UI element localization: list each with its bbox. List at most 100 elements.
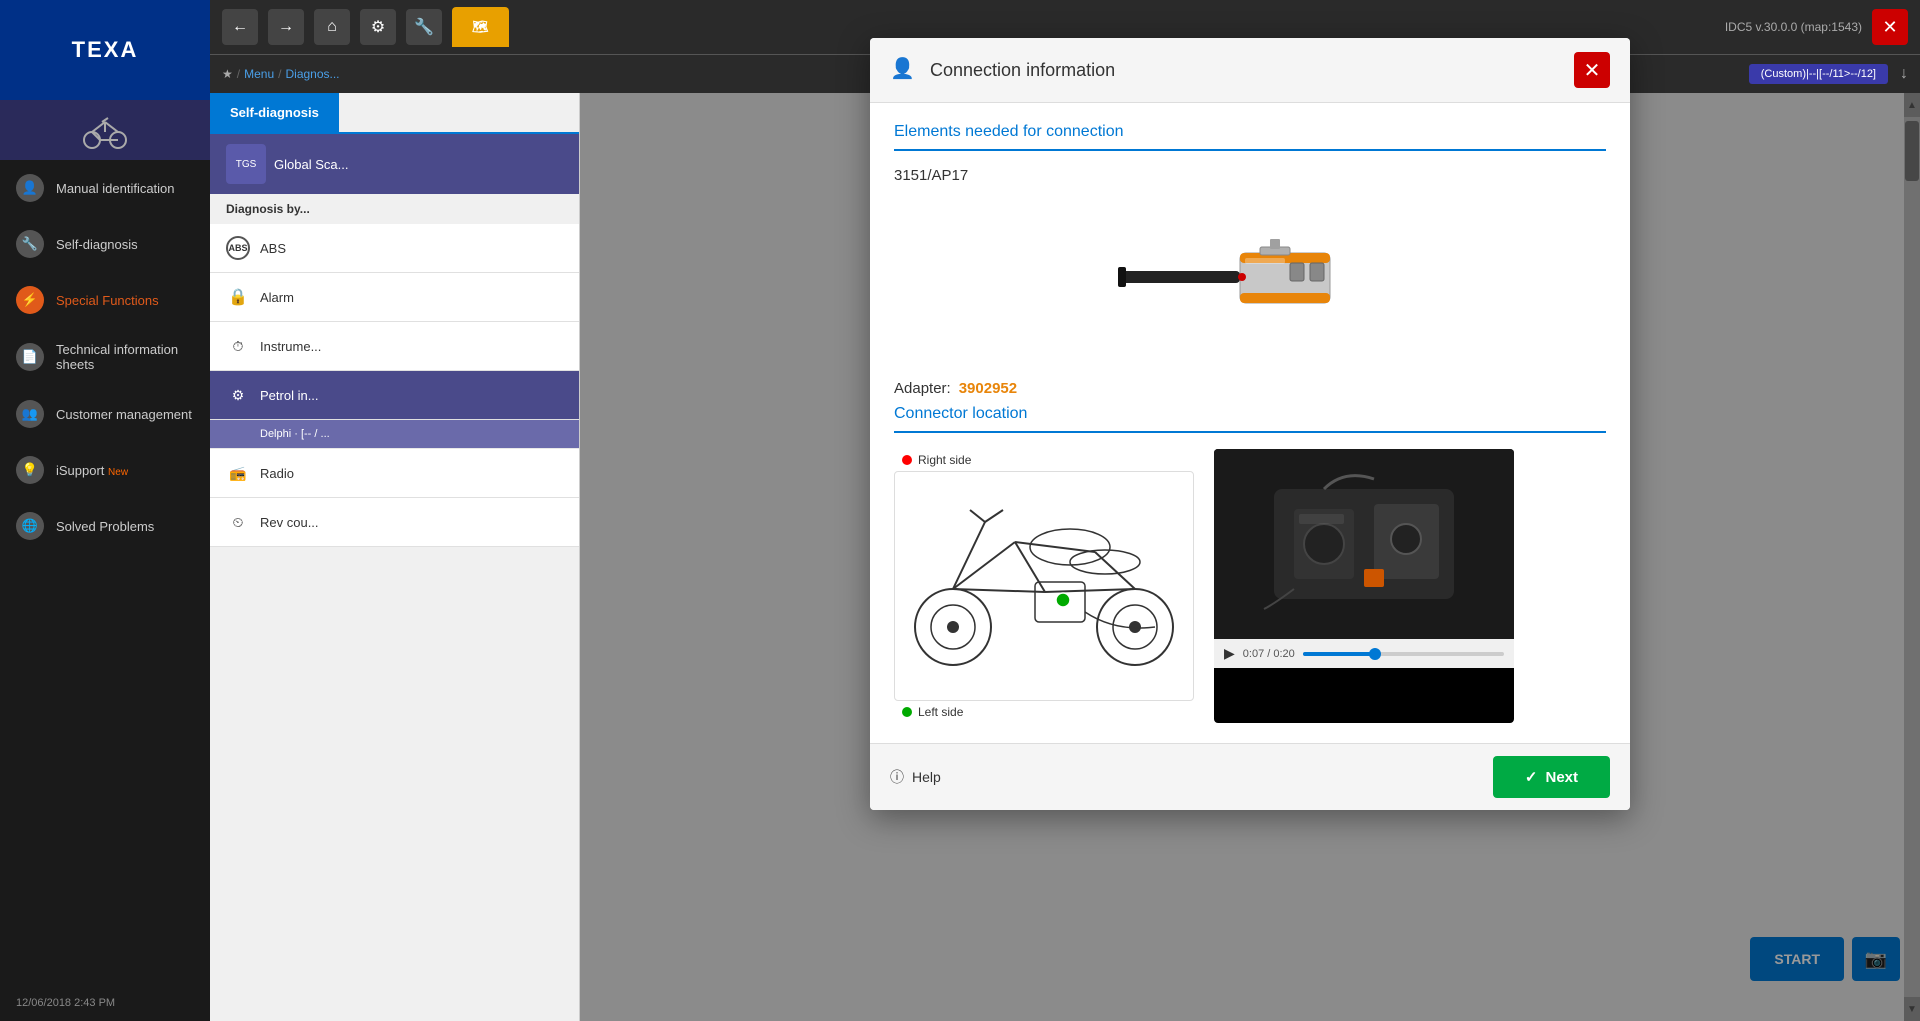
texa-logo-text: TEXA xyxy=(72,37,139,63)
sidebar-item-tech-info[interactable]: 📄 Technical information sheets xyxy=(0,328,210,386)
app-close-button[interactable]: ✕ xyxy=(1872,9,1908,45)
sidebar-item-self-label: Self-diagnosis xyxy=(56,237,138,252)
modal-close-button[interactable]: ✕ xyxy=(1574,52,1610,88)
settings-button[interactable]: ⚙ xyxy=(360,9,396,45)
forward-button[interactable]: → xyxy=(268,9,304,45)
special-func-icon: ⚡ xyxy=(16,286,44,314)
play-button[interactable]: ▶ xyxy=(1224,645,1235,662)
rev-icon: ⏲ xyxy=(226,510,250,534)
sidebar-item-tech-label: Technical information sheets xyxy=(56,342,194,372)
red-dot xyxy=(902,455,912,465)
sidebar-item-manual-identification[interactable]: 👤 Manual identification xyxy=(0,160,210,216)
sidebar-item-self-diagnosis[interactable]: 🔧 Self-diagnosis xyxy=(0,216,210,272)
bike-diagram-container: Right side xyxy=(894,449,1194,723)
breadcrumb-menu[interactable]: Menu xyxy=(244,67,274,81)
help-button[interactable]: ⓘ Help xyxy=(890,767,941,787)
help-icon: ⓘ xyxy=(890,767,904,787)
tools-button[interactable]: 🔧 xyxy=(406,9,442,45)
sidebar: TEXA 👤 Manual identification 🔧 Self-diag… xyxy=(0,0,210,1021)
list-item-abs[interactable]: ABS ABS xyxy=(210,224,579,273)
video-controls: ▶ 0:07 / 0:20 xyxy=(1214,639,1514,668)
adapter-number: 3902952 xyxy=(959,380,1017,397)
modal-body: Elements needed for connection 3151/AP17 xyxy=(870,103,1630,743)
sidebar-item-customer-label: Customer management xyxy=(56,407,192,422)
adapter-line: Adapter: 3902952 xyxy=(894,380,1606,397)
footer-date: 12/06/2018 2:43 PM xyxy=(16,997,115,1009)
sidebar-item-solved-problems[interactable]: 🌐 Solved Problems xyxy=(0,498,210,554)
sidebar-item-manual-label: Manual identification xyxy=(56,181,175,196)
sidebar-item-special-label: Special Functions xyxy=(56,293,159,308)
tech-info-icon: 📄 xyxy=(16,343,44,371)
left-panel: Self-diagnosis TGS Global Sca... Diagnos… xyxy=(210,93,580,1021)
progress-thumb[interactable] xyxy=(1369,648,1381,660)
sidebar-item-customer-mgmt[interactable]: 👥 Customer management xyxy=(0,386,210,442)
diagnosis-section-label: Diagnosis by... xyxy=(210,194,579,224)
next-button[interactable]: ✓ Next xyxy=(1493,756,1610,798)
right-panel: START 📷 ▲ ▼ 👤 Connection information ✕ xyxy=(580,93,1920,1021)
modal-user-icon: 👤 xyxy=(890,56,918,84)
version-info: IDC5 v.30.0.0 (map:1543) xyxy=(1725,20,1862,34)
rev-label: Rev cou... xyxy=(260,515,319,530)
map-tab-icon: 🗺 xyxy=(472,19,489,35)
instrument-label: Instrume... xyxy=(260,339,321,354)
sidebar-footer: 12/06/2018 2:43 PM xyxy=(0,985,210,1021)
scroll-down-btn[interactable]: ↓ xyxy=(1900,65,1908,83)
map-tab[interactable]: 🗺 xyxy=(452,7,509,47)
video-progress-bar[interactable] xyxy=(1303,652,1504,656)
petrol-label: Petrol in... xyxy=(260,388,319,403)
back-button[interactable]: ← xyxy=(222,9,258,45)
left-side-label: Left side xyxy=(918,705,963,719)
list-item-petrol-injection[interactable]: ⚙ Petrol in... xyxy=(210,371,579,420)
modal-overlay: 👤 Connection information ✕ Elements need… xyxy=(580,93,1920,1021)
sidebar-item-isupport[interactable]: 💡 iSupport New xyxy=(0,442,210,498)
modal-title: Connection information xyxy=(930,60,1562,81)
breadcrumb-star-icon: ★ xyxy=(222,67,233,81)
right-side-indicator: Right side xyxy=(894,449,1194,471)
content-area: Self-diagnosis TGS Global Sca... Diagnos… xyxy=(210,93,1920,1021)
breadcrumb-custom: (Custom)|--|[--/11>--/12] xyxy=(1749,64,1888,84)
panel-tabs: Self-diagnosis xyxy=(210,93,579,134)
left-side-indicator: Left side xyxy=(894,701,1194,723)
global-scan-label: Global Sca... xyxy=(274,157,348,172)
video-container: ▶ 0:07 / 0:20 xyxy=(1214,449,1514,723)
connector-image xyxy=(1110,200,1390,360)
video-frame xyxy=(1214,449,1514,639)
manual-id-icon: 👤 xyxy=(16,174,44,202)
vehicle-icon xyxy=(0,100,210,160)
breadcrumb-diagnosis[interactable]: Diagnos... xyxy=(285,67,339,81)
abs-icon: ABS xyxy=(226,236,250,260)
sidebar-item-solved-label: Solved Problems xyxy=(56,519,154,534)
self-diagnosis-tab[interactable]: Self-diagnosis xyxy=(210,93,339,132)
adapter-label-text: Adapter: xyxy=(894,380,951,397)
next-label: Next xyxy=(1545,769,1578,786)
petrol-icon: ⚙ xyxy=(226,383,250,407)
green-dot xyxy=(902,707,912,717)
app-logo: TEXA xyxy=(0,0,210,100)
connector-section-title: Connector location xyxy=(894,405,1606,433)
self-diag-icon: 🔧 xyxy=(16,230,44,258)
solved-icon: 🌐 xyxy=(16,512,44,540)
home-button[interactable]: ⌂ xyxy=(314,9,350,45)
radio-label: Radio xyxy=(260,466,294,481)
isupport-icon: 💡 xyxy=(16,456,44,484)
right-side-label: Right side xyxy=(918,453,971,467)
instrument-icon: ⏱ xyxy=(226,334,250,358)
list-item-alarm[interactable]: 🔒 Alarm xyxy=(210,273,579,322)
bike-diagram xyxy=(894,471,1194,701)
elements-section-title: Elements needed for connection xyxy=(894,123,1606,151)
tgs-label: TGS xyxy=(236,159,257,170)
video-time: 0:07 / 0:20 xyxy=(1243,648,1295,660)
connection-info-modal: 👤 Connection information ✕ Elements need… xyxy=(870,38,1630,810)
abs-label: ABS xyxy=(260,241,286,256)
connector-images: Right side xyxy=(894,449,1606,723)
help-label: Help xyxy=(912,769,941,785)
tgs-icon: TGS xyxy=(226,144,266,184)
delphi-subitem[interactable]: Delphi · [-- / ... xyxy=(210,420,579,449)
sidebar-item-special-functions[interactable]: ⚡ Special Functions xyxy=(0,272,210,328)
self-diag-header: TGS Global Sca... xyxy=(210,134,579,194)
list-item-radio[interactable]: 📻 Radio xyxy=(210,449,579,498)
list-item-instrument[interactable]: ⏱ Instrume... xyxy=(210,322,579,371)
list-item-rev-counter[interactable]: ⏲ Rev cou... xyxy=(210,498,579,547)
main-content: ← → ⌂ ⚙ 🔧 🗺 IDC5 v.30.0.0 (map:1543) ✕ ★… xyxy=(210,0,1920,1021)
element-code: 3151/AP17 xyxy=(894,167,1606,184)
